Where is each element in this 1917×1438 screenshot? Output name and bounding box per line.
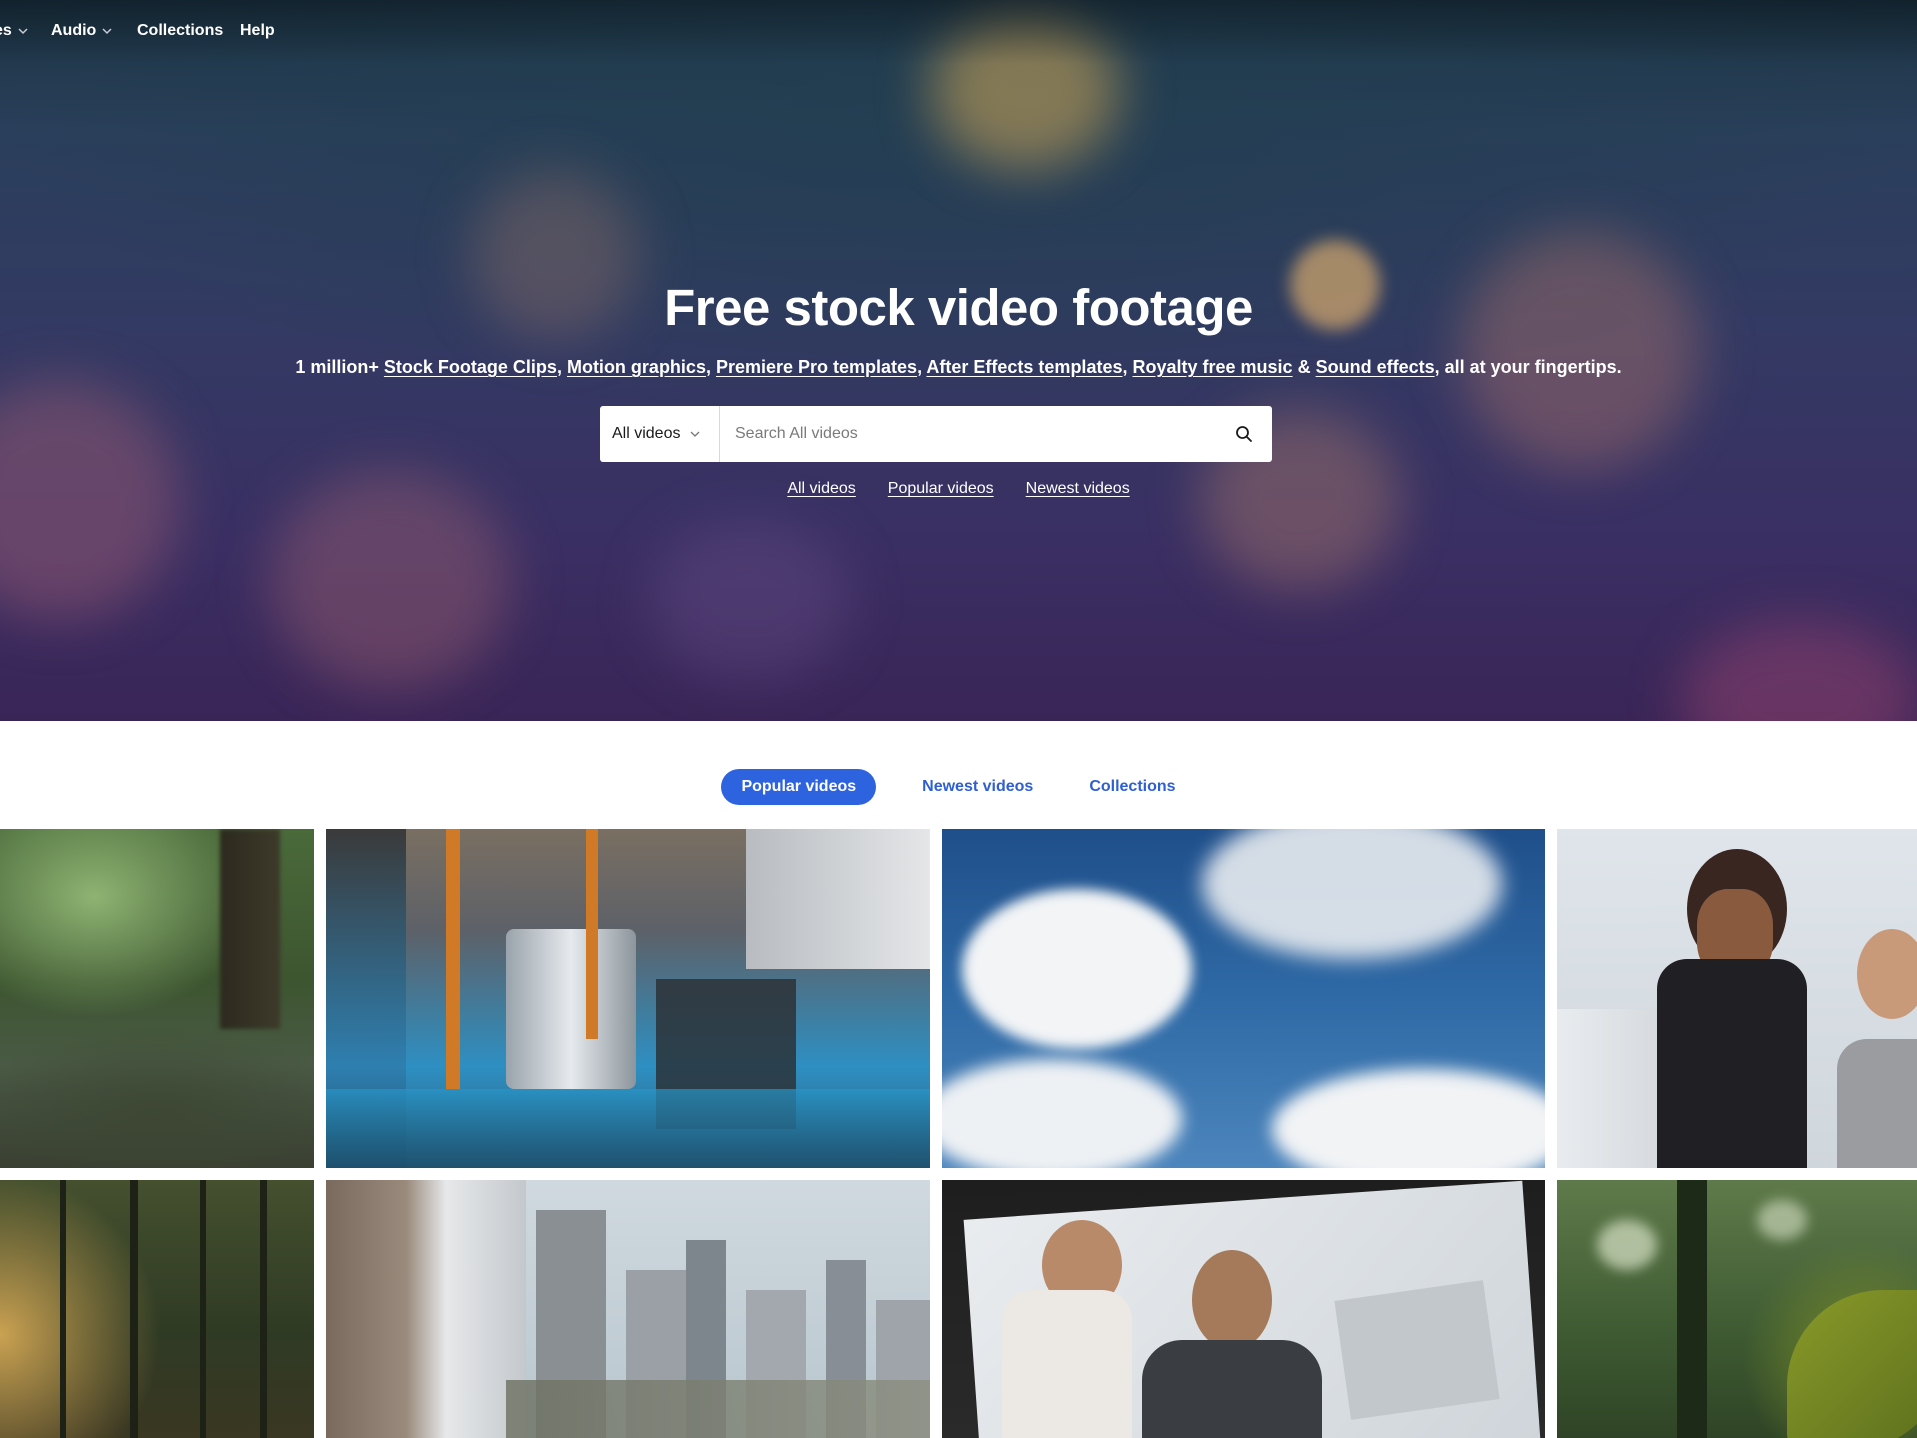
hero-banner: es Audio Collections Help Free stock vid… (0, 0, 1917, 721)
nav-item-help[interactable]: Help (240, 22, 275, 40)
hero-subtitle: 1 million+ Stock Footage Clips, Motion g… (0, 357, 1917, 378)
subtitle-suffix: , all at your fingertips. (1434, 357, 1622, 377)
video-thumbnail-city-skyline[interactable] (326, 1180, 930, 1438)
nav-item-label: Help (240, 22, 275, 39)
search-bar: All videos (600, 406, 1272, 462)
nav-item-label: es (0, 22, 12, 39)
search-icon (1236, 426, 1252, 442)
search-input[interactable] (720, 406, 1216, 462)
link-premiere-templates[interactable]: Premiere Pro templates (716, 357, 917, 377)
page-title: Free stock video footage (664, 279, 1253, 336)
video-thumbnail-office-women[interactable] (1557, 829, 1917, 1168)
link-motion-graphics[interactable]: Motion graphics (567, 357, 706, 377)
comma-separator: , (705, 357, 716, 377)
search-category-select[interactable]: All videos (600, 406, 720, 462)
tab-popular-videos[interactable]: Popular videos (721, 769, 877, 805)
ampersand: & (1292, 357, 1316, 377)
quick-links: All videos Popular videos Newest videos (0, 480, 1917, 498)
top-navigation: es Audio Collections Help (0, 0, 1917, 64)
search-button[interactable] (1216, 406, 1272, 462)
tab-newest-videos[interactable]: Newest videos (902, 769, 1053, 805)
nav-item-audio[interactable]: Audio (51, 22, 112, 40)
chevron-down-icon (102, 28, 112, 35)
video-thumbnail-green-leaf[interactable] (1557, 1180, 1917, 1438)
subtitle-prefix: 1 million+ (295, 357, 384, 377)
link-after-effects-templates[interactable]: After Effects templates (926, 357, 1122, 377)
link-royalty-free-music[interactable]: Royalty free music (1132, 357, 1292, 377)
link-stock-footage[interactable]: Stock Footage Clips (384, 357, 557, 377)
video-thumbnail-industrial-machine[interactable] (326, 829, 930, 1168)
nav-item-label: Collections (137, 22, 224, 39)
comma-separator: , (556, 357, 567, 377)
video-tabs: Popular videos Newest videos Collections (0, 769, 1917, 805)
video-thumbnail-misty-forest[interactable] (0, 1180, 314, 1438)
nav-item-videos[interactable]: es (0, 22, 28, 40)
quicklink-all-videos[interactable]: All videos (787, 480, 855, 498)
tab-collections[interactable]: Collections (1069, 769, 1195, 805)
chevron-down-icon (18, 28, 28, 35)
nav-item-collections[interactable]: Collections (137, 22, 223, 40)
search-category-label: All videos (612, 425, 681, 442)
comma-separator: , (917, 357, 927, 377)
chevron-down-icon (691, 431, 700, 437)
comma-separator: , (1122, 357, 1133, 377)
video-thumbnail-clouds-sky[interactable] (942, 829, 1545, 1168)
video-thumbnail-forest-rain[interactable] (0, 829, 314, 1168)
quicklink-newest-videos[interactable]: Newest videos (1026, 480, 1130, 498)
link-sound-effects[interactable]: Sound effects (1316, 357, 1435, 377)
nav-item-label: Audio (51, 22, 97, 39)
quicklink-popular-videos[interactable]: Popular videos (888, 480, 994, 498)
video-thumbnail-business-filmstrip[interactable] (942, 1180, 1545, 1438)
